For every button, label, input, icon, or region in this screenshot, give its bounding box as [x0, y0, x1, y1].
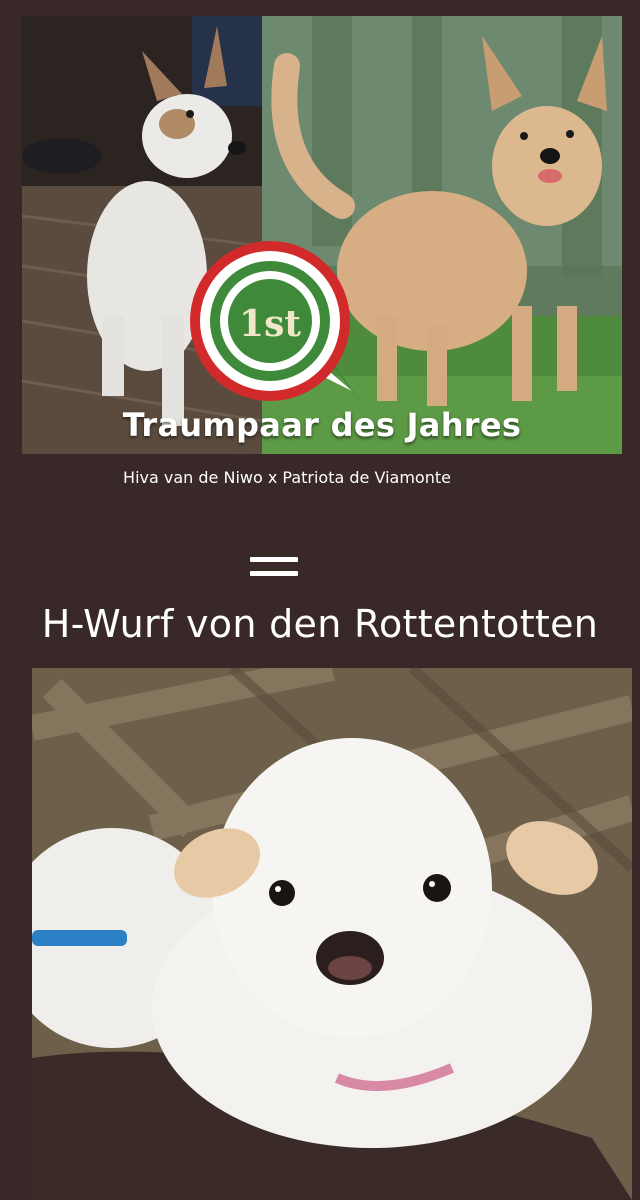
equals-sign — [250, 555, 298, 581]
dog-pair-photo: 1st — [22, 16, 622, 454]
puppy-image — [32, 668, 632, 1200]
hero-image: 1st Traumpaar des Jahres — [22, 16, 622, 454]
rosette-label: 1st — [239, 303, 301, 345]
puppy-photo — [32, 668, 632, 1200]
banner-title: Traumpaar des Jahres — [122, 406, 522, 444]
litter-title: H-Wurf von den Rottentotten — [41, 602, 599, 646]
parents-caption: Hiva van de Niwo x Patriota de Viamonte — [123, 468, 451, 487]
